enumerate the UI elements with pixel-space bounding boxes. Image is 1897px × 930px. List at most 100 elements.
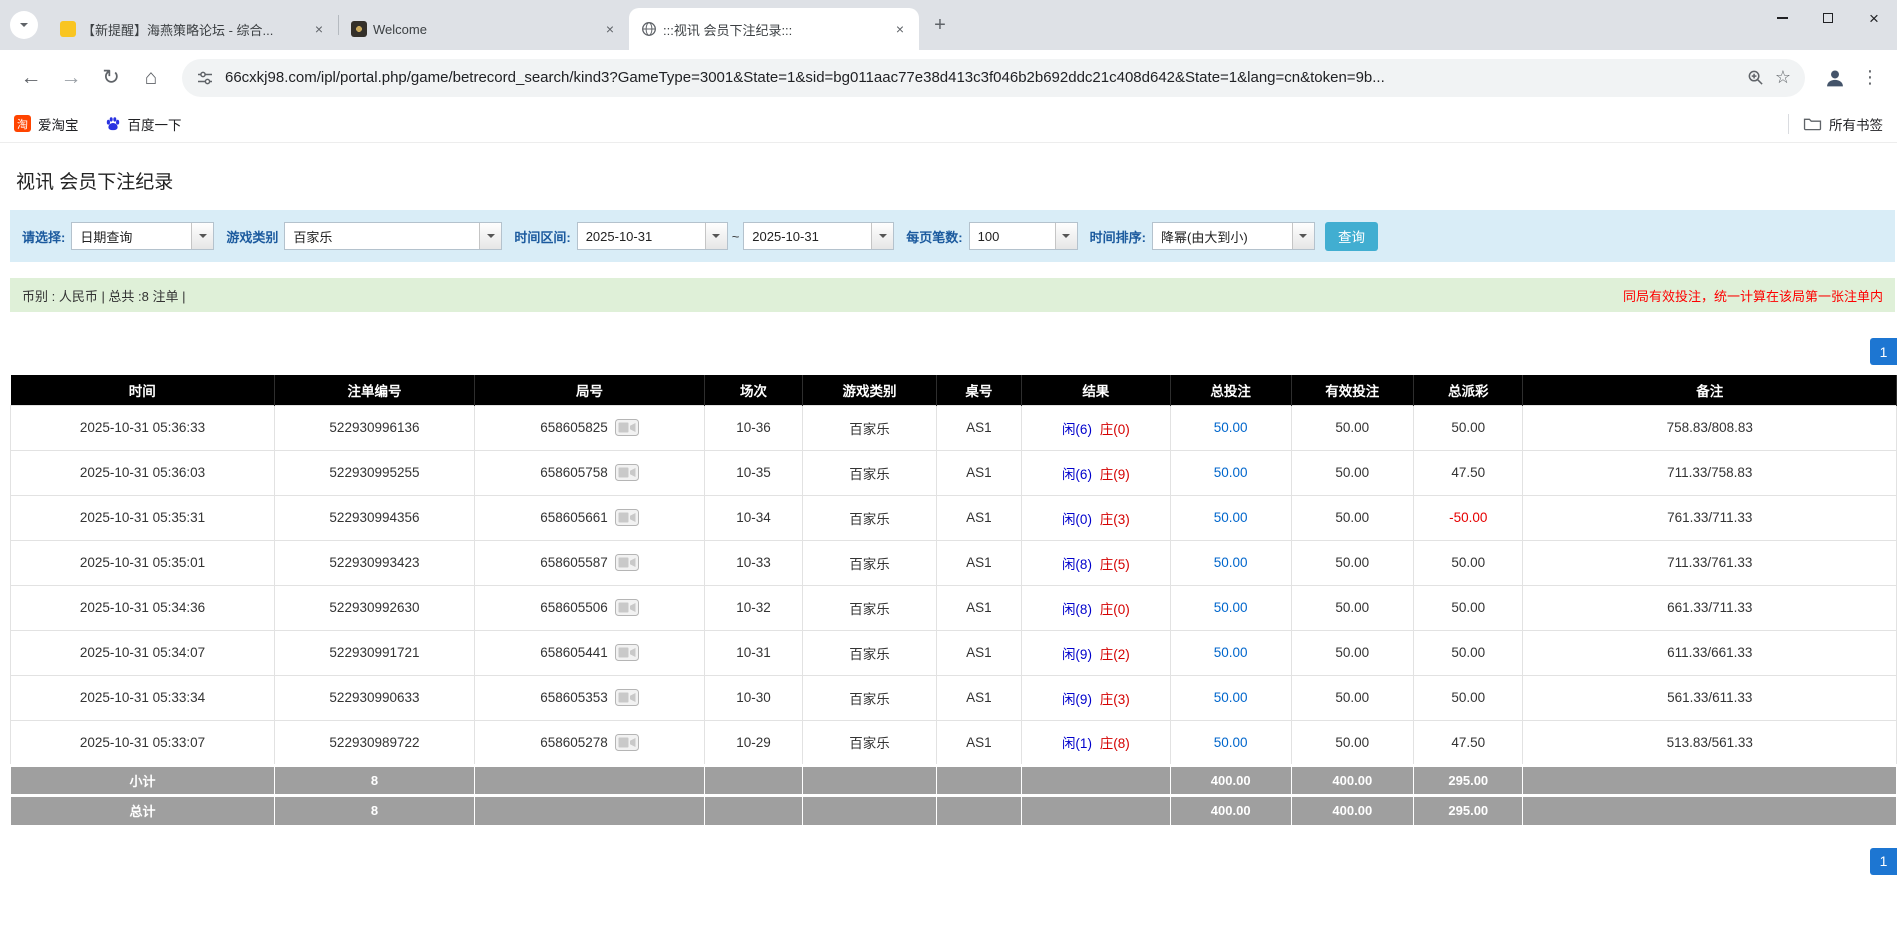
video-replay-icon[interactable] (614, 733, 639, 751)
result-player: 闲(8) (1061, 556, 1092, 572)
result-banker: 庄(2) (1099, 646, 1130, 662)
reload-button[interactable]: ↻ (92, 59, 130, 97)
cell-session: 10-31 (704, 629, 804, 676)
cell-table-number: AS1 (935, 449, 1022, 496)
bookmark-label: 爱淘宝 (38, 117, 79, 133)
filter-label-game-type: 游戏类别 (226, 229, 279, 245)
all-bookmarks-button[interactable]: 所有书签 (1803, 114, 1883, 134)
cell-game-type: 百家乐 (802, 449, 937, 496)
summary-cell (802, 793, 937, 826)
date-to-select[interactable]: 2025-10-31 (743, 222, 895, 250)
tab-welcome[interactable]: Welcome × (339, 8, 629, 50)
column-header: 有效投注 (1291, 375, 1415, 405)
tab-bet-records[interactable]: :::视讯 会员下注纪录::: × (629, 8, 919, 50)
chevron-down-icon[interactable] (191, 223, 214, 249)
cell-total-bet-link[interactable]: 50.00 (1169, 404, 1292, 451)
summary-row: 总计 8 400.00 400.00 295.00 (9, 793, 1897, 826)
chevron-down-icon[interactable] (871, 223, 894, 249)
table-header-row: 时间 注单编号 局号 场次 游戏类别 桌号 结果 总投注 有效投注 总派彩 备注 (10, 375, 1897, 405)
cell-total-bet-link[interactable]: 50.00 (1169, 584, 1292, 631)
filter-label-time-range: 时间区间: (514, 229, 571, 245)
profile-icon[interactable] (1817, 60, 1853, 96)
tune-icon[interactable] (196, 69, 214, 87)
cell-session: 10-35 (704, 449, 804, 496)
maximize-button[interactable] (1805, 0, 1851, 36)
summary-cell (802, 763, 937, 796)
summary-valid-bet: 400.00 (1290, 763, 1415, 796)
pagination-bottom: 1 (0, 847, 1897, 875)
taobao-icon: 淘 (14, 115, 31, 132)
tab-search-button[interactable] (10, 11, 38, 39)
welcome-favicon-icon (351, 21, 367, 37)
minimize-button[interactable] (1759, 0, 1805, 36)
url-text[interactable]: 66cxkj98.com/ipl/portal.php/game/betreco… (225, 69, 1736, 86)
sort-order-value: 降幂(由大到小) (1160, 229, 1248, 245)
tab-forum[interactable]: 【新提醒】海燕策略论坛 - 综合... × (48, 8, 338, 50)
home-button[interactable]: ⌂ (132, 59, 170, 97)
round-number: 658605278 (540, 734, 608, 750)
video-replay-icon[interactable] (614, 464, 639, 481)
video-replay-icon[interactable] (614, 689, 639, 706)
video-replay-icon[interactable] (614, 554, 639, 571)
cell-bet-id: 522930996136 (274, 404, 475, 451)
cell-total-bet-link[interactable]: 50.00 (1169, 719, 1292, 766)
video-replay-icon[interactable] (614, 599, 639, 616)
round-number: 658605825 (540, 420, 608, 435)
chevron-down-icon[interactable] (479, 223, 502, 249)
address-bar[interactable]: 66cxkj98.com/ipl/portal.php/game/betreco… (182, 58, 1805, 97)
back-button[interactable]: ← (12, 59, 50, 97)
summary-cell (1522, 793, 1897, 826)
globe-favicon-icon (641, 21, 657, 37)
cell-total-bet-link[interactable]: 50.00 (1169, 629, 1292, 676)
pagination-page-button[interactable]: 1 (1870, 338, 1897, 365)
cell-bet-id: 522930993423 (274, 539, 475, 586)
game-type-select[interactable]: 百家乐 (284, 222, 503, 250)
search-button[interactable]: 查询 (1324, 221, 1378, 251)
cell-valid-bet: 50.00 (1290, 404, 1415, 451)
bookmark-star-icon[interactable]: ☆ (1775, 67, 1791, 88)
close-tab-icon[interactable]: × (310, 20, 328, 38)
cell-game-type: 百家乐 (802, 539, 937, 586)
cell-payout: 47.50 (1413, 449, 1524, 496)
query-type-select[interactable]: 日期查询 (71, 222, 215, 250)
chevron-down-icon[interactable] (1054, 223, 1077, 249)
sort-order-select[interactable]: 降幂(由大到小) (1151, 222, 1315, 250)
video-replay-icon[interactable] (614, 419, 639, 436)
result-banker: 庄(3) (1099, 511, 1130, 527)
menu-icon[interactable]: ⋮ (1855, 60, 1885, 96)
cell-round: 658605441 (473, 629, 706, 676)
chevron-down-icon[interactable] (1291, 223, 1314, 249)
cell-total-bet-link[interactable]: 50.00 (1169, 494, 1292, 541)
cell-result: 闲(6) 庄(0) (1020, 404, 1171, 451)
video-replay-icon[interactable] (614, 509, 639, 526)
chevron-down-icon[interactable] (704, 223, 727, 249)
page-size-value: 100 (977, 228, 1000, 244)
page-content: 视讯 会员下注纪录 请选择: 日期查询 游戏类别 百家乐 时间区间: 2025-… (0, 167, 1897, 875)
summary-bar: 币别 : 人民币 | 总共 :8 注单 | 同局有效投注，统一计算在该局第一张注… (10, 278, 1895, 312)
page-size-select[interactable]: 100 (968, 222, 1078, 250)
date-from-select[interactable]: 2025-10-31 (576, 222, 728, 250)
cell-total-bet-link[interactable]: 50.00 (1169, 539, 1292, 586)
cell-result: 闲(9) 庄(2) (1020, 629, 1171, 676)
pagination-page-button[interactable]: 1 (1870, 847, 1897, 875)
bookmark-taobao[interactable]: 淘 爱淘宝 (14, 114, 79, 134)
summary-count: 8 (274, 763, 475, 796)
table-row: 2025-10-31 05:33:34 522930990633 6586053… (9, 674, 1897, 721)
close-tab-icon[interactable]: × (891, 20, 909, 38)
column-header: 场次 (704, 375, 804, 405)
table-row: 2025-10-31 05:35:01 522930993423 6586055… (9, 539, 1897, 586)
cell-bet-id: 522930995255 (274, 449, 475, 496)
cell-valid-bet: 50.00 (1290, 674, 1415, 721)
forward-button[interactable]: → (52, 59, 90, 97)
zoom-icon[interactable] (1747, 69, 1764, 86)
video-replay-icon[interactable] (614, 644, 639, 661)
cell-note: 561.33/611.33 (1522, 674, 1897, 721)
column-header: 桌号 (936, 375, 1022, 405)
cell-payout: 47.50 (1413, 719, 1524, 766)
new-tab-button[interactable]: + (925, 10, 955, 40)
close-window-button[interactable]: × (1851, 0, 1897, 36)
cell-total-bet-link[interactable]: 50.00 (1169, 449, 1292, 496)
close-tab-icon[interactable]: × (601, 20, 619, 38)
cell-total-bet-link[interactable]: 50.00 (1169, 674, 1292, 721)
bookmark-baidu[interactable]: 百度一下 (105, 114, 182, 134)
